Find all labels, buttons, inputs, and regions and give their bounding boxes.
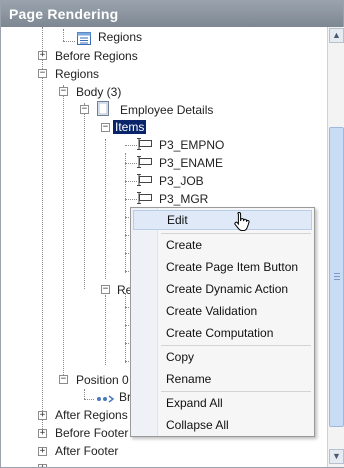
tree-node-position[interactable]: Position 0 [76, 373, 129, 387]
menu-item-create-dynamic-action[interactable]: Create Dynamic Action [133, 279, 312, 299]
tree-line [125, 293, 126, 363]
branch-icon [96, 393, 116, 407]
panel-title: Page Rendering [1, 1, 343, 27]
region-page-icon [97, 101, 109, 119]
page-item-icon [137, 138, 153, 153]
tree-node-item[interactable]: P3_ENAME [159, 156, 223, 170]
menu-item-create[interactable]: Create [133, 235, 312, 255]
tree-node-after-regions[interactable]: After Regions [55, 408, 128, 422]
tree-node-items[interactable]: Items [113, 120, 147, 134]
tree-line [84, 389, 85, 399]
region-list-icon [77, 32, 91, 48]
menu-item-copy[interactable]: Copy [133, 347, 312, 367]
tree-node-body[interactable]: Body (3) [76, 85, 121, 99]
grip-line [334, 276, 340, 277]
page-item-icon [137, 192, 153, 207]
menu-item-create-validation[interactable]: Create Validation [133, 301, 312, 321]
vertical-scrollbar[interactable]: ▲ ▼ [327, 27, 344, 467]
collapse-icon[interactable]: − [101, 123, 110, 132]
tree-line [125, 163, 137, 164]
tree-line [84, 103, 85, 289]
menu-item-create-page-item-button[interactable]: Create Page Item Button [133, 257, 312, 277]
scroll-down-arrow-icon[interactable]: ▼ [329, 449, 344, 464]
tree-line [63, 41, 75, 42]
tree-node-regions[interactable]: Regions [55, 67, 99, 81]
scroll-thumb[interactable] [329, 127, 344, 427]
tree-node-item[interactable]: P3_JOB [159, 174, 204, 188]
tree-node-after-footer[interactable]: After Footer [55, 444, 118, 458]
grip-line [334, 279, 340, 280]
menu-item-rename[interactable]: Rename [133, 369, 312, 389]
menu-separator [161, 345, 311, 346]
expand-icon[interactable]: + [38, 51, 47, 60]
hand-cursor-icon [234, 211, 252, 236]
menu-item-edit[interactable]: Edit [133, 210, 312, 230]
collapse-icon[interactable]: − [59, 375, 68, 384]
collapse-icon[interactable]: − [101, 285, 110, 294]
grip-line [334, 273, 340, 274]
tree-line [105, 139, 106, 279]
collapse-icon[interactable]: − [59, 87, 68, 96]
tree-line [105, 295, 106, 365]
expand-icon[interactable]: + [38, 429, 47, 438]
expand-icon[interactable]: + [38, 447, 47, 456]
menu-item-collapse-all[interactable]: Collapse All [133, 415, 312, 435]
tree-node-item[interactable]: P3_MGR [159, 192, 208, 206]
tree-node-regions-top[interactable]: Regions [98, 30, 142, 44]
tree-node-before-footer[interactable]: Before Footer [55, 426, 128, 440]
menu-separator [161, 391, 311, 392]
tree-line [125, 153, 126, 273]
expand-icon[interactable]: + [38, 464, 47, 467]
tree-line [84, 399, 94, 400]
page-item-icon [137, 174, 153, 189]
tree-node-before-regions[interactable]: Before Regions [55, 49, 138, 63]
menu-item-create-computation[interactable]: Create Computation [133, 323, 312, 343]
scroll-up-arrow-icon[interactable]: ▲ [329, 28, 344, 43]
tree-node-item[interactable]: P3_EMPNO [159, 138, 224, 152]
context-menu: Edit Create Create Page Item Button Crea… [130, 207, 315, 437]
tree-line [125, 145, 137, 146]
tree-line [63, 85, 64, 381]
collapse-icon[interactable]: − [38, 69, 47, 78]
tree-line [63, 29, 64, 41]
menu-item-expand-all[interactable]: Expand All [133, 393, 312, 413]
tree-line [125, 199, 137, 200]
expand-icon[interactable]: + [38, 411, 47, 420]
tree-line [42, 27, 43, 437]
tree-node-employee-details[interactable]: Employee Details [120, 103, 213, 117]
tree-line [125, 181, 137, 182]
page-item-icon [137, 156, 153, 171]
collapse-icon[interactable]: − [80, 105, 89, 114]
